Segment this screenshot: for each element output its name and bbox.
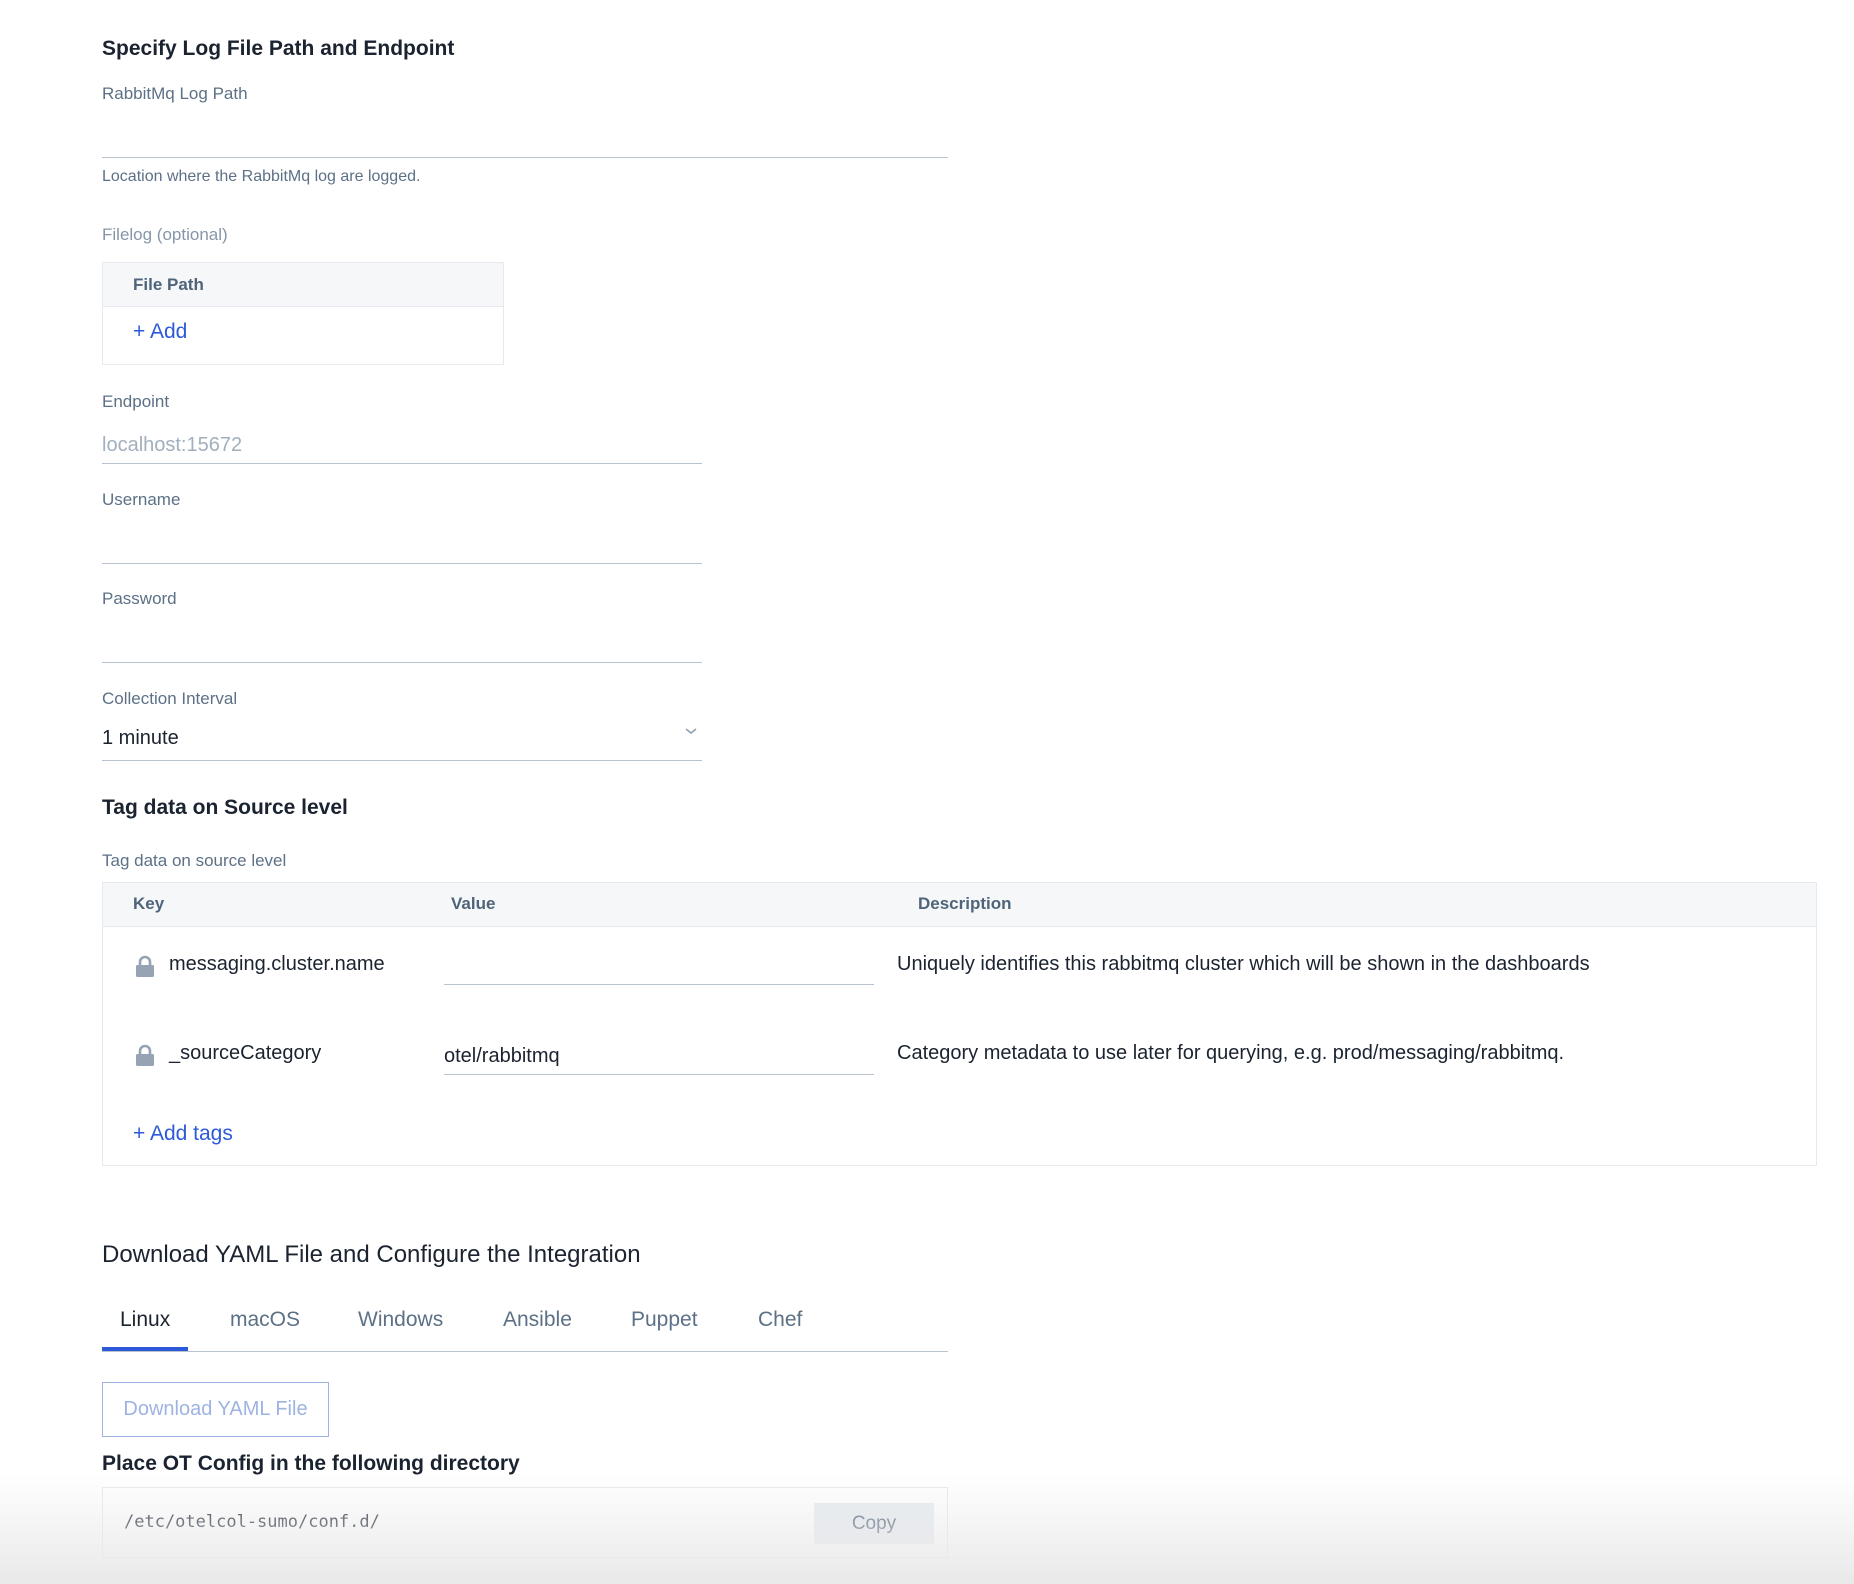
tag-description: Uniquely identifies this rabbitmq cluste… xyxy=(897,953,1590,975)
log-path-input[interactable] xyxy=(102,122,948,158)
add-file-path-button[interactable]: + Add xyxy=(133,320,187,344)
active-tab-indicator xyxy=(102,1347,188,1351)
tag-key: messaging.cluster.name xyxy=(169,953,385,975)
config-path-box: /etc/otelcol-sumo/conf.d/ Copy xyxy=(102,1487,948,1558)
tab-chef[interactable]: Chef xyxy=(758,1308,802,1332)
tab-puppet[interactable]: Puppet xyxy=(631,1308,698,1332)
endpoint-input[interactable] xyxy=(102,428,702,464)
os-tabs: Linux macOS Windows Ansible Puppet Chef xyxy=(102,1300,948,1352)
add-tags-button[interactable]: + Add tags xyxy=(133,1122,233,1146)
endpoint-label: Endpoint xyxy=(102,392,170,411)
tag-table-header: Key Value Description xyxy=(103,883,1816,927)
column-header-value: Value xyxy=(451,894,496,913)
collection-interval-value: 1 minute xyxy=(102,727,179,749)
tag-table: Key Value Description messaging.cluster.… xyxy=(102,882,1817,1166)
tab-windows[interactable]: Windows xyxy=(358,1308,443,1332)
lock-icon xyxy=(136,955,154,977)
collection-interval-select[interactable]: 1 minute xyxy=(102,722,702,761)
file-path-column-header: File Path xyxy=(103,263,503,307)
tab-ansible[interactable]: Ansible xyxy=(503,1308,572,1332)
log-path-help: Location where the RabbitMq log are logg… xyxy=(102,168,421,185)
username-input[interactable] xyxy=(102,526,702,564)
config-path: /etc/otelcol-sumo/conf.d/ xyxy=(124,1512,380,1532)
filelog-label: Filelog (optional) xyxy=(102,225,228,244)
section-title-log-endpoint: Specify Log File Path and Endpoint xyxy=(102,37,455,60)
chevron-down-icon xyxy=(685,728,697,735)
tab-linux[interactable]: Linux xyxy=(120,1308,170,1332)
tag-description: Category metadata to use later for query… xyxy=(897,1042,1565,1064)
config-directory-title: Place OT Config in the following directo… xyxy=(102,1452,520,1475)
tab-macos[interactable]: macOS xyxy=(230,1308,300,1332)
log-path-label: RabbitMq Log Path xyxy=(102,84,248,103)
section-title-tag-data: Tag data on Source level xyxy=(102,796,348,819)
username-label: Username xyxy=(102,490,181,509)
password-input[interactable] xyxy=(102,625,702,663)
password-label: Password xyxy=(102,589,177,608)
copy-button[interactable]: Copy xyxy=(814,1503,934,1544)
download-yaml-button[interactable]: Download YAML File xyxy=(102,1382,329,1437)
section-title-download: Download YAML File and Configure the Int… xyxy=(102,1241,641,1268)
tag-data-subtitle: Tag data on source level xyxy=(102,851,287,870)
filelog-table: File Path + Add xyxy=(102,262,504,365)
column-header-description: Description xyxy=(918,894,1012,913)
collection-interval-label: Collection Interval xyxy=(102,689,238,708)
tag-value-input[interactable] xyxy=(444,949,874,985)
tag-key: _sourceCategory xyxy=(169,1042,322,1064)
lock-icon xyxy=(136,1044,154,1066)
column-header-key: Key xyxy=(133,894,165,913)
tag-value-input[interactable] xyxy=(444,1039,874,1075)
